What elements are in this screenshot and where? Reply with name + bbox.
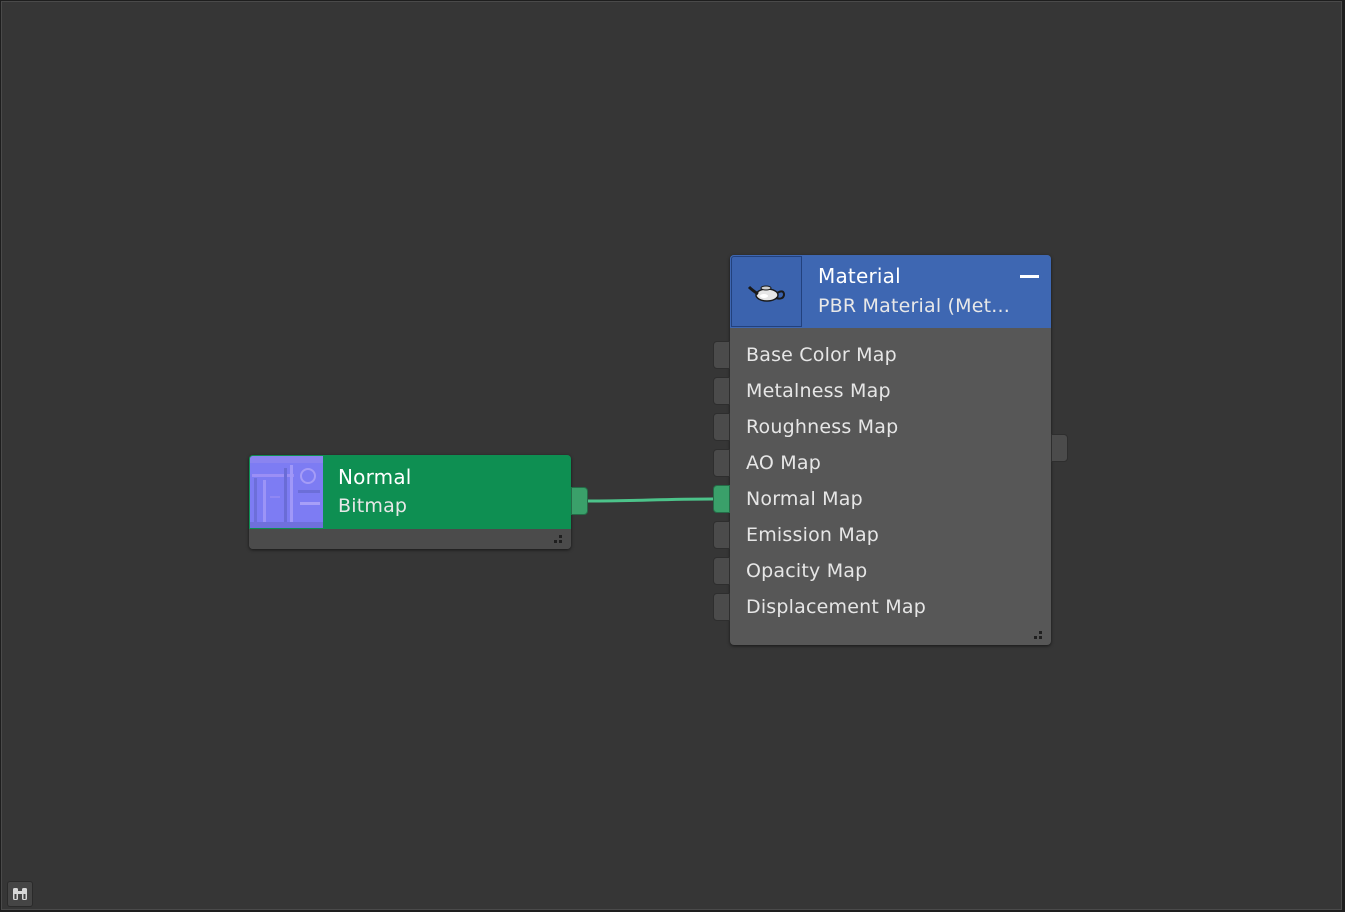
bitmap-node-header[interactable]: Normal Bitmap xyxy=(249,455,571,529)
input-label-displacement-map: Displacement Map xyxy=(746,596,926,618)
input-socket-base-color-map[interactable] xyxy=(713,341,730,369)
bitmap-output-socket[interactable] xyxy=(571,487,588,515)
input-socket-metalness-map[interactable] xyxy=(713,377,730,405)
input-socket-opacity-map[interactable] xyxy=(713,557,730,585)
input-label-metalness-map: Metalness Map xyxy=(746,380,891,402)
teapot-icon xyxy=(747,285,786,302)
material-node-title: Material xyxy=(818,264,901,288)
normal-map-thumbnail xyxy=(250,456,323,528)
collapse-minus-icon[interactable] xyxy=(1020,275,1039,278)
bitmap-node-resize-grip[interactable] xyxy=(553,533,565,545)
input-socket-normal-map[interactable] xyxy=(713,485,730,513)
overview-button[interactable] xyxy=(7,881,33,907)
bitmap-node[interactable]: Normal Bitmap xyxy=(249,455,571,549)
material-node-header[interactable]: Material PBR Material (Met... xyxy=(730,255,1051,328)
input-socket-roughness-map[interactable] xyxy=(713,413,730,441)
bitmap-node-footer xyxy=(249,529,571,549)
material-output-socket[interactable] xyxy=(1051,434,1068,462)
node-editor-canvas[interactable] xyxy=(1,1,1342,910)
input-label-roughness-map: Roughness Map xyxy=(746,416,899,438)
input-label-base-color-map: Base Color Map xyxy=(746,344,897,366)
input-label-emission-map: Emission Map xyxy=(746,524,880,546)
material-node-subtitle: PBR Material (Met... xyxy=(818,295,1011,317)
bitmap-node-subtitle: Bitmap xyxy=(338,495,408,517)
bitmap-node-title: Normal xyxy=(338,465,412,489)
input-label-opacity-map: Opacity Map xyxy=(746,560,868,582)
material-node[interactable]: Material PBR Material (Met... Base Color… xyxy=(730,255,1051,645)
input-socket-ao-map[interactable] xyxy=(713,449,730,477)
material-node-resize-grip[interactable] xyxy=(1033,629,1045,641)
input-socket-displacement-map[interactable] xyxy=(713,593,730,621)
input-label-ao-map: AO Map xyxy=(746,452,821,474)
input-socket-emission-map[interactable] xyxy=(713,521,730,549)
material-icon-box xyxy=(731,256,802,327)
input-label-normal-map: Normal Map xyxy=(746,488,863,510)
binoculars-icon xyxy=(13,888,27,900)
